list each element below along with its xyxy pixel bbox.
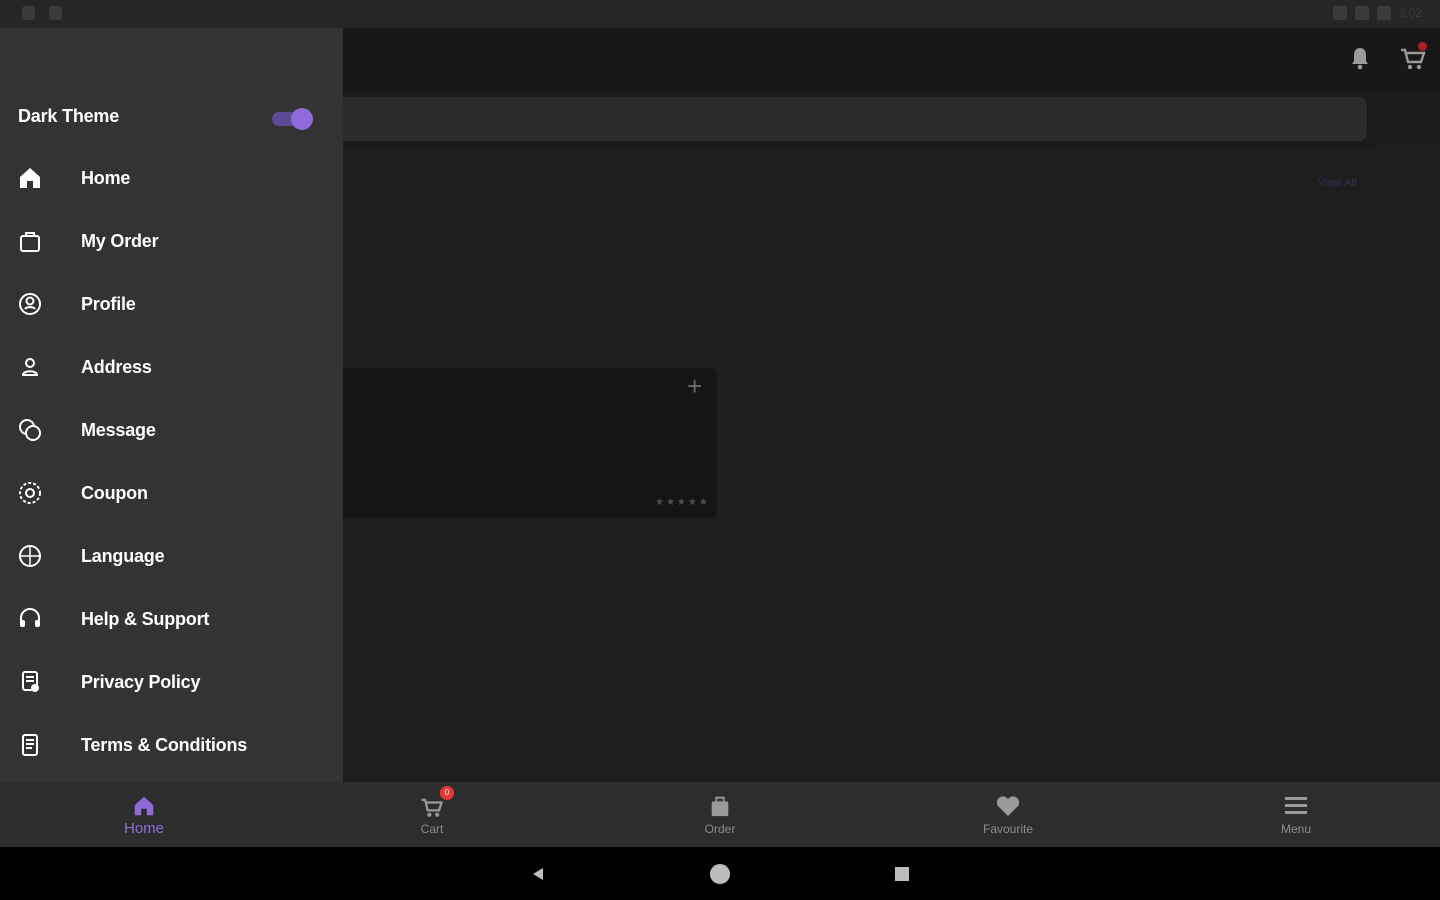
wifi-icon (1332, 6, 1347, 20)
navigation-drawer: Dark Theme Home My Order Profile Address… (0, 28, 343, 782)
home-icon (16, 164, 44, 192)
drawer-item-profile[interactable]: Profile (0, 276, 343, 332)
address-icon (16, 353, 44, 381)
drawer-item-home[interactable]: Home (0, 150, 343, 206)
menu-icon (1282, 792, 1310, 820)
cart-badge (1418, 42, 1427, 51)
home-icon (130, 792, 158, 820)
heart-icon (994, 792, 1022, 820)
bottom-nav-label: Menu (1280, 822, 1312, 836)
drawer-item-coupon[interactable]: Coupon (0, 465, 343, 521)
back-icon[interactable] (508, 847, 568, 900)
dark-theme-toggle[interactable] (272, 106, 315, 132)
search-input[interactable] (343, 97, 1367, 141)
bottom-nav-home[interactable]: Home (74, 782, 214, 847)
headset-icon (16, 605, 44, 633)
bottom-nav-label: Home (123, 820, 164, 837)
profile-icon (16, 290, 44, 318)
drawer-item-label: Language (81, 545, 165, 566)
drawer-item-help-support[interactable]: Help & Support (0, 591, 343, 647)
drawer-item-label: Home (81, 167, 131, 188)
system-navigation-bar (0, 847, 1440, 900)
bag-icon (16, 227, 44, 255)
bell-icon[interactable] (1348, 45, 1372, 71)
dark-theme-label: Dark Theme (18, 106, 120, 126)
drawer-item-address[interactable]: Address (0, 339, 343, 395)
drawer-item-label: Terms & Conditions (81, 734, 248, 755)
bottom-nav-label: Cart (420, 822, 444, 836)
product-card[interactable]: + ★★★★★ (343, 368, 717, 518)
bottom-nav-label: Order (704, 822, 736, 836)
drawer-item-label: My Order (81, 230, 159, 251)
bag-icon (706, 792, 734, 820)
drawer-item-privacy-policy[interactable]: Privacy Policy (0, 654, 343, 710)
message-icon (16, 416, 44, 444)
document-icon (16, 731, 44, 759)
cart-icon[interactable] (1399, 42, 1427, 72)
drawer-item-label: Help & Support (81, 608, 210, 629)
toggle-knob (291, 108, 313, 130)
drawer-item-label: Message (81, 419, 156, 440)
bottom-navigation: Home 0 Cart Order Favourite Menu (0, 782, 1440, 847)
language-icon (16, 542, 44, 570)
bottom-nav-order[interactable]: Order (650, 782, 790, 847)
notification-icon (22, 6, 35, 20)
bottom-nav-menu[interactable]: Menu (1226, 782, 1366, 847)
drawer-item-label: Privacy Policy (81, 671, 201, 692)
drawer-item-label: Profile (81, 293, 136, 314)
add-to-cart-button[interactable]: + (687, 370, 702, 402)
privacy-icon (16, 668, 44, 696)
signal-icon (1354, 6, 1369, 20)
view-all-link[interactable]: View All (1318, 177, 1356, 189)
app-bar (343, 28, 1440, 93)
drawer-item-language[interactable]: Language (0, 528, 343, 584)
bottom-nav-favourite[interactable]: Favourite (938, 782, 1078, 847)
battery-icon (1376, 6, 1391, 20)
drawer-item-message[interactable]: Message (0, 402, 343, 458)
search-filter[interactable] (1378, 93, 1440, 146)
drawer-item-label: Coupon (81, 482, 148, 503)
bottom-nav-cart[interactable]: 0 Cart (362, 782, 502, 847)
recents-icon[interactable] (872, 847, 932, 900)
home-circle-icon[interactable] (690, 847, 750, 900)
drawer-item-label: Address (81, 356, 152, 377)
drawer-item-my-order[interactable]: My Order (0, 213, 343, 269)
cart-badge: 0 (440, 786, 454, 800)
notification-icon (49, 6, 62, 20)
rating-stars: ★★★★★ (655, 497, 710, 508)
drawer-item-terms-conditions[interactable]: Terms & Conditions (0, 717, 343, 773)
status-bar: 3:02 (0, 0, 1440, 28)
status-time: 3:02 (1398, 6, 1422, 20)
coupon-icon (16, 479, 44, 507)
bottom-nav-label: Favourite (982, 822, 1034, 836)
